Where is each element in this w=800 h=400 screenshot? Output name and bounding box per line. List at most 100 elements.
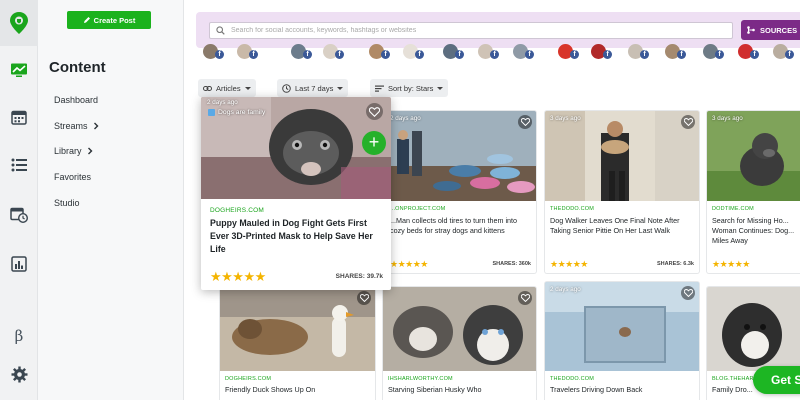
sort-value: Sort by: Stars (388, 83, 434, 93)
search-input[interactable] (231, 24, 721, 37)
content-type-value: Articles (216, 83, 241, 93)
facebook-icon: f (381, 50, 390, 59)
content-type-dropdown[interactable]: Articles (198, 79, 256, 97)
logo-pin-icon[interactable] (0, 0, 38, 46)
sidebar-item-label: Library (54, 146, 82, 156)
analytics-icon[interactable] (0, 244, 38, 284)
article-title[interactable]: Travelers Driving Down Back (550, 385, 694, 395)
facebook-icon: f (335, 50, 344, 59)
favorite-heart-icon[interactable] (518, 291, 532, 305)
sidebar-item-label: Streams (54, 121, 88, 131)
facebook-icon: f (750, 50, 759, 59)
sort-dropdown[interactable]: Sort by: Stars (370, 79, 449, 97)
facebook-icon: f (415, 50, 424, 59)
search-box[interactable] (209, 22, 733, 39)
article-title[interactable]: Starving Siberian Husky Who (388, 385, 531, 395)
article-card[interactable]: IHSHARLWORTHY.COM Starving Siberian Husk… (383, 287, 536, 400)
settings-icon[interactable] (0, 354, 38, 394)
article-card[interactable]: DOGHEIRS.COM Friendly Duck Shows Up On (220, 287, 375, 400)
search-icon (216, 26, 225, 35)
facebook-icon: f (490, 50, 499, 59)
article-source: BLOG.THEHAR... (712, 376, 759, 382)
stream-name: Dogs are family (218, 109, 266, 116)
list-icon[interactable] (0, 145, 38, 185)
article-image (707, 111, 800, 201)
date-range-dropdown[interactable]: Last 7 days (277, 79, 349, 97)
share-count: SHARES: 360k (492, 261, 531, 267)
article-source: THEDODO.COM (550, 376, 595, 382)
article-title[interactable]: Friendly Duck Shows Up On (225, 385, 370, 395)
sources-button[interactable]: SOURCES (741, 20, 800, 40)
article-date: 3 days ago (550, 115, 581, 122)
article-title[interactable]: Dog Walker Leaves One Final Note After T… (550, 216, 694, 236)
favorite-heart-icon[interactable] (681, 286, 695, 300)
sidebar-item-label: Studio (54, 198, 80, 208)
article-source: THEDODO.COM (550, 206, 595, 212)
featured-article-card[interactable]: 2 days ago Dogs are family + DOGHEIRS.CO… (201, 97, 391, 290)
article-source: DOGHEIRS.COM (225, 376, 272, 382)
favorite-heart-icon[interactable] (518, 115, 532, 129)
article-source: IHSHARLWORTHY.COM (388, 376, 453, 382)
article-image (220, 287, 375, 371)
sources-icon (747, 26, 755, 34)
facebook-icon: f (603, 50, 612, 59)
calendar-icon[interactable] (0, 97, 38, 137)
favorite-heart-icon[interactable] (357, 291, 371, 305)
create-post-label: Create Post (93, 15, 136, 25)
sidebar-item-favorites[interactable]: Favorites (54, 172, 91, 182)
article-image (385, 111, 536, 201)
share-count: SHARES: 39.7k (335, 273, 383, 280)
article-source: ...ONPROJECT.COM (390, 206, 446, 212)
facebook-icon: f (215, 50, 224, 59)
facebook-icon: f (715, 50, 724, 59)
facebook-icon: f (677, 50, 686, 59)
sources-label: SOURCES (760, 25, 798, 35)
article-source: DODTIME.COM (712, 206, 754, 212)
article-image (383, 287, 536, 371)
article-source: DOGHEIRS.COM (210, 207, 265, 214)
sidebar-item-streams[interactable]: Streams (54, 121, 99, 131)
schedule-icon[interactable] (0, 194, 38, 234)
article-date: 2 days ago (207, 99, 238, 106)
article-title[interactable]: Puppy Mauled in Dog Fight Gets First Eve… (210, 217, 383, 256)
star-rating: ★★★★★ (210, 269, 266, 284)
facebook-icon: f (570, 50, 579, 59)
article-card[interactable]: 3 days ago THEDODO.COM Dog Walker Leaves… (545, 111, 699, 273)
source-avatar-strip: f f f f f f f f f f f f f f f f (203, 44, 800, 62)
date-range-value: Last 7 days (295, 83, 334, 93)
favorite-heart-icon[interactable] (681, 115, 695, 129)
star-rating: ★★★★★ (550, 259, 588, 269)
create-post-button[interactable]: Create Post (67, 11, 151, 29)
share-count: SHARES: 6.3k (657, 261, 694, 267)
beta-icon[interactable]: β (0, 316, 38, 356)
article-image (545, 282, 699, 371)
content-nav: Create Post Content Dashboard Streams Li… (38, 0, 184, 400)
chevron-down-icon (244, 86, 251, 90)
article-card[interactable]: 2 days ago THEDODO.COM Travelers Driving… (545, 282, 699, 400)
sidebar-item-studio[interactable]: Studio (54, 198, 80, 208)
sidebar-item-library[interactable]: Library (54, 146, 93, 156)
facebook-icon: f (785, 50, 794, 59)
sidebar-item-label: Dashboard (54, 95, 99, 105)
content-icon[interactable] (0, 50, 38, 90)
stream-tag: Dogs are family (208, 109, 265, 116)
chevron-right-icon (87, 147, 93, 155)
clock-icon (282, 83, 291, 93)
facebook-icon: f (525, 50, 534, 59)
pencil-icon (83, 17, 90, 23)
beta-label: β (14, 327, 24, 345)
icon-rail: β (0, 0, 38, 400)
facebook-icon: f (640, 50, 649, 59)
add-to-queue-button[interactable]: + (362, 131, 386, 155)
article-card[interactable]: 2 days ago ...ONPROJECT.COM ...Man colle… (385, 111, 536, 273)
sidebar-item-dashboard[interactable]: Dashboard (54, 95, 98, 105)
star-rating: ★★★★★ (390, 259, 428, 269)
get-started-button[interactable]: Get S (753, 366, 800, 394)
article-card[interactable]: 3 days ago DODTIME.COM Search for Missin… (707, 111, 800, 273)
facebook-icon: f (455, 50, 464, 59)
chevron-down-icon (437, 86, 444, 90)
article-title[interactable]: Search for Missing Ho... Woman Continues… (712, 216, 800, 246)
article-title[interactable]: ...Man collects old tires to turn them i… (390, 216, 531, 236)
favorite-heart-icon[interactable] (366, 103, 383, 120)
sidebar-item-label: Favorites (54, 172, 92, 182)
